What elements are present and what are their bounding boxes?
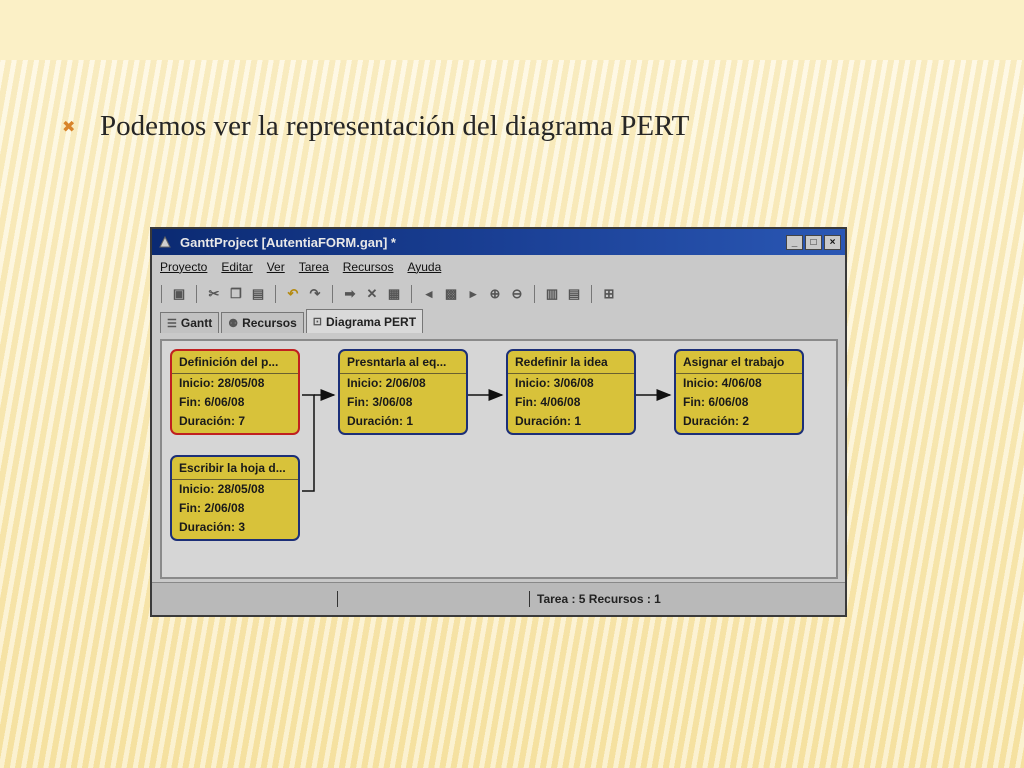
tab-recursos[interactable]: ⚉ Recursos	[221, 312, 304, 333]
node-duration: Duración: 7	[179, 414, 246, 428]
tab-label: Recursos	[242, 316, 297, 330]
document-icon[interactable]: ▥	[544, 286, 560, 302]
node-duration: Duración: 1	[347, 414, 414, 428]
ganttproject-window: GanttProject [AutentiaFORM.gan] * _ □ × …	[150, 227, 847, 617]
minimize-button[interactable]: _	[786, 234, 803, 250]
node-end: Fin: 2/06/08	[179, 501, 245, 515]
node-title: Definición del p...	[172, 351, 298, 374]
gantt-icon: ☰	[167, 317, 177, 330]
node-title: Escribir la hoja d...	[172, 457, 298, 480]
menu-recursos[interactable]: Recursos	[343, 260, 394, 274]
tree-icon[interactable]: ⊞	[601, 286, 617, 302]
toolbar-separator	[591, 285, 592, 303]
node-start: Inicio: 28/05/08	[179, 482, 265, 496]
node-end: Fin: 3/06/08	[347, 395, 413, 409]
tab-label: Gantt	[180, 316, 213, 330]
scroll-left-icon[interactable]: ◂	[421, 286, 437, 302]
menu-ayuda[interactable]: Ayuda	[407, 260, 441, 274]
slide-bullet: ✖ Podemos ver la representación del diag…	[62, 110, 689, 143]
close-button[interactable]: ×	[824, 234, 841, 250]
node-end: Fin: 4/06/08	[515, 395, 581, 409]
zoom-in-icon[interactable]: ⊕	[487, 286, 503, 302]
node-end: Fin: 6/06/08	[179, 395, 245, 409]
resources-icon: ⚉	[228, 317, 239, 330]
menu-ver[interactable]: Ver	[267, 260, 285, 274]
properties-icon[interactable]: ▦	[386, 286, 402, 302]
menu-proyecto[interactable]: Proyecto	[160, 260, 207, 274]
center-icon[interactable]: ▩	[443, 286, 459, 302]
toolbar-separator	[534, 285, 535, 303]
pert-node[interactable]: Escribir la hoja d... Inicio: 28/05/08 F…	[170, 455, 300, 541]
slide-top-band	[0, 0, 1024, 60]
tab-bar: ☰ Gantt ⚉ Recursos ⊡ Diagrama PERT	[152, 309, 845, 333]
node-end: Fin: 6/06/08	[683, 395, 749, 409]
toolbar: ▣ ✂ ❐ ▤ ↶ ↷ ➡ ✕ ▦ ◂ ▩ ▸ ⊕ ⊖ ▥ ▤ ⊞	[152, 279, 845, 309]
tab-gantt[interactable]: ☰ Gantt	[160, 312, 220, 333]
toolbar-separator	[275, 285, 276, 303]
status-divider	[337, 591, 338, 607]
window-title: GanttProject [AutentiaFORM.gan] *	[180, 234, 396, 250]
node-duration: Duración: 3	[179, 520, 246, 534]
toolbar-separator	[196, 285, 197, 303]
bullet-text: Podemos ver la representación del diagra…	[100, 110, 690, 142]
maximize-button[interactable]: □	[805, 234, 822, 250]
tab-label: Diagrama PERT	[326, 314, 417, 329]
toolbar-separator	[411, 285, 412, 303]
node-duration: Duración: 2	[683, 414, 750, 428]
link-line	[302, 394, 315, 492]
menu-tarea[interactable]: Tarea	[299, 260, 329, 274]
node-duration: Duración: 1	[515, 414, 582, 428]
node-start: Inicio: 28/05/08	[179, 376, 265, 390]
delete-icon[interactable]: ✕	[364, 286, 380, 302]
pert-node[interactable]: Asignar el trabajo Inicio: 4/06/08 Fin: …	[674, 349, 804, 435]
title-bar[interactable]: GanttProject [AutentiaFORM.gan] * _ □ ×	[152, 229, 845, 255]
indent-icon[interactable]: ➡	[342, 286, 358, 302]
resource-icon[interactable]: ▤	[566, 286, 582, 302]
scroll-right-icon[interactable]: ▸	[465, 286, 481, 302]
node-title: Redefinir la idea	[508, 351, 634, 374]
status-bar: Tarea : 5 Recursos : 1	[152, 582, 845, 615]
cut-icon[interactable]: ✂	[206, 286, 222, 302]
node-title: Presntarla al eq...	[340, 351, 466, 374]
node-title: Asignar el trabajo	[676, 351, 802, 374]
node-start: Inicio: 2/06/08	[347, 376, 426, 390]
tab-diagrama-pert[interactable]: ⊡ Diagrama PERT	[305, 309, 424, 333]
bullet-x-icon: ✖	[62, 117, 76, 136]
node-start: Inicio: 4/06/08	[683, 376, 762, 390]
toolbar-separator	[332, 285, 333, 303]
toolbar-separator	[161, 285, 162, 303]
status-divider	[529, 591, 530, 607]
pert-node[interactable]: Definición del p... Inicio: 28/05/08 Fin…	[170, 349, 300, 435]
node-start: Inicio: 3/06/08	[515, 376, 594, 390]
save-icon[interactable]: ▣	[171, 286, 187, 302]
status-summary: Tarea : 5 Recursos : 1	[537, 592, 661, 606]
pert-node[interactable]: Redefinir la idea Inicio: 3/06/08 Fin: 4…	[506, 349, 636, 435]
zoom-out-icon[interactable]: ⊖	[509, 286, 525, 302]
pert-icon: ⊡	[312, 316, 323, 328]
menu-bar: Proyecto Editar Ver Tarea Recursos Ayuda	[152, 255, 845, 279]
copy-icon[interactable]: ❐	[228, 286, 244, 302]
menu-editar[interactable]: Editar	[221, 260, 252, 274]
app-icon	[158, 235, 172, 249]
paste-icon[interactable]: ▤	[250, 286, 266, 302]
pert-node[interactable]: Presntarla al eq... Inicio: 2/06/08 Fin:…	[338, 349, 468, 435]
redo-icon[interactable]: ↷	[307, 286, 323, 302]
pert-canvas[interactable]: Definición del p... Inicio: 28/05/08 Fin…	[160, 339, 838, 579]
undo-icon[interactable]: ↶	[285, 286, 301, 302]
